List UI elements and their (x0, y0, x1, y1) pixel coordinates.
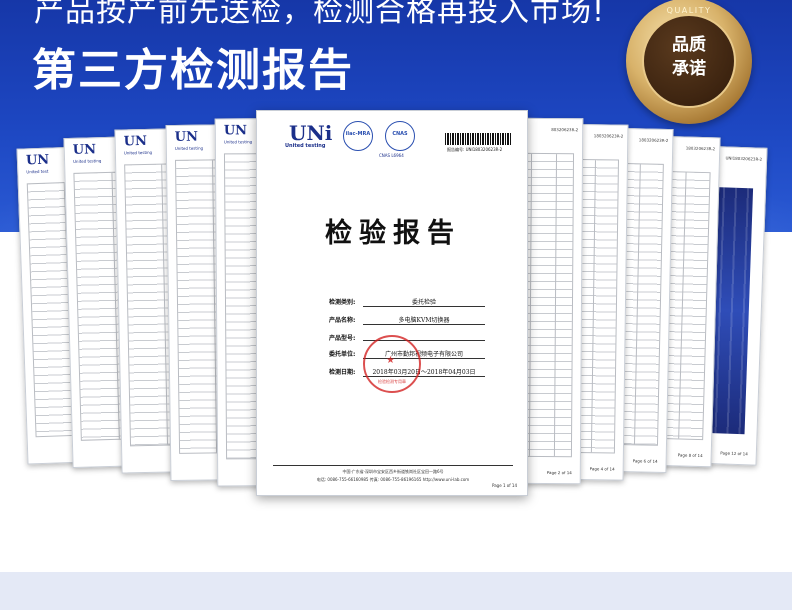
report-number: 80320623R-2 (551, 127, 579, 133)
field-product-name: 产品名称: 多电脑KVM切换器 (329, 315, 509, 325)
logo-subtitle: United testing (285, 143, 326, 149)
lab-contact: 电话: 0086-755-66160985 传真: 0086-755-86196… (316, 477, 470, 482)
uni-logo-icon: UN (72, 142, 97, 158)
cnas-label: CNAS (392, 131, 408, 137)
field-value: 委托检验 (363, 297, 485, 307)
footer-divider (273, 465, 513, 466)
seal-star-icon: ★ (386, 355, 395, 366)
footer-band (0, 572, 792, 610)
logo-subtitle: United testing (73, 158, 102, 164)
field-product-model: 产品型号: (329, 333, 509, 343)
report-number: 180320623R-2 (593, 133, 624, 139)
report-number: 180320623R-2 (638, 137, 669, 143)
page-number: Page 8 of 14 (677, 452, 703, 459)
seal-text: 检验检测专用章 (378, 379, 406, 384)
logo-subtitle: United testing (123, 149, 153, 156)
report-number: 180320623R-2 (685, 145, 716, 152)
page-number: Page 12 of 14 (720, 450, 748, 457)
field-test-category: 检测类别: 委托检验 (329, 297, 509, 307)
hero-title: 第三方检测报告 (32, 45, 354, 96)
uni-logo-icon: UNi (289, 121, 333, 145)
field-label: 产品型号: (329, 335, 356, 342)
field-label: 委托单位: (329, 351, 356, 358)
hero-headline: 产品按产前先送检，检测合格再投入市场! (34, 0, 606, 29)
quality-badge: QUALITY 品质 承诺 (626, 0, 752, 124)
uni-logo-icon: UN (223, 123, 248, 139)
badge-ring-text: QUALITY (666, 6, 712, 15)
field-label: 产品名称: (329, 317, 356, 324)
barcode-icon (445, 133, 511, 145)
cnas-number: CNAS L6964 (379, 153, 404, 158)
page-number: Page 1 of 14 (492, 483, 517, 488)
field-label: 检测日期: (329, 369, 356, 376)
report-number: UNI180320623R-2 (725, 155, 763, 162)
report-number: 报告编号: UNI180320623R-2 (447, 147, 503, 152)
uni-logo-icon: UN (174, 129, 199, 145)
badge-line-1: 品质 (672, 35, 706, 55)
page-number: Page 6 of 14 (632, 458, 658, 464)
logo-subtitle: United testing (174, 145, 204, 151)
logo-subtitle: United test (26, 168, 49, 175)
ilac-label: ilac-MRA (345, 131, 371, 137)
field-value: 多电脑KVM切换器 (363, 315, 485, 325)
uni-logo-icon: UN (123, 133, 148, 150)
logo-subtitle: United testing (223, 139, 253, 145)
report-title: 检验报告 (325, 218, 461, 249)
page-number: Page 4 of 14 (589, 466, 615, 472)
uni-logo-icon: UN (25, 152, 50, 169)
report-cover: UNi United testing ilac-MRA CNAS CNAS L6… (256, 110, 528, 496)
badge-line-2: 承诺 (672, 59, 706, 79)
lab-address: 中国·广东省·深圳市宝安区西乡街道铁岗社区宝田一路6号 (342, 469, 444, 474)
field-label: 检测类别: (329, 299, 356, 306)
page-number: Page 2 of 14 (546, 470, 572, 476)
